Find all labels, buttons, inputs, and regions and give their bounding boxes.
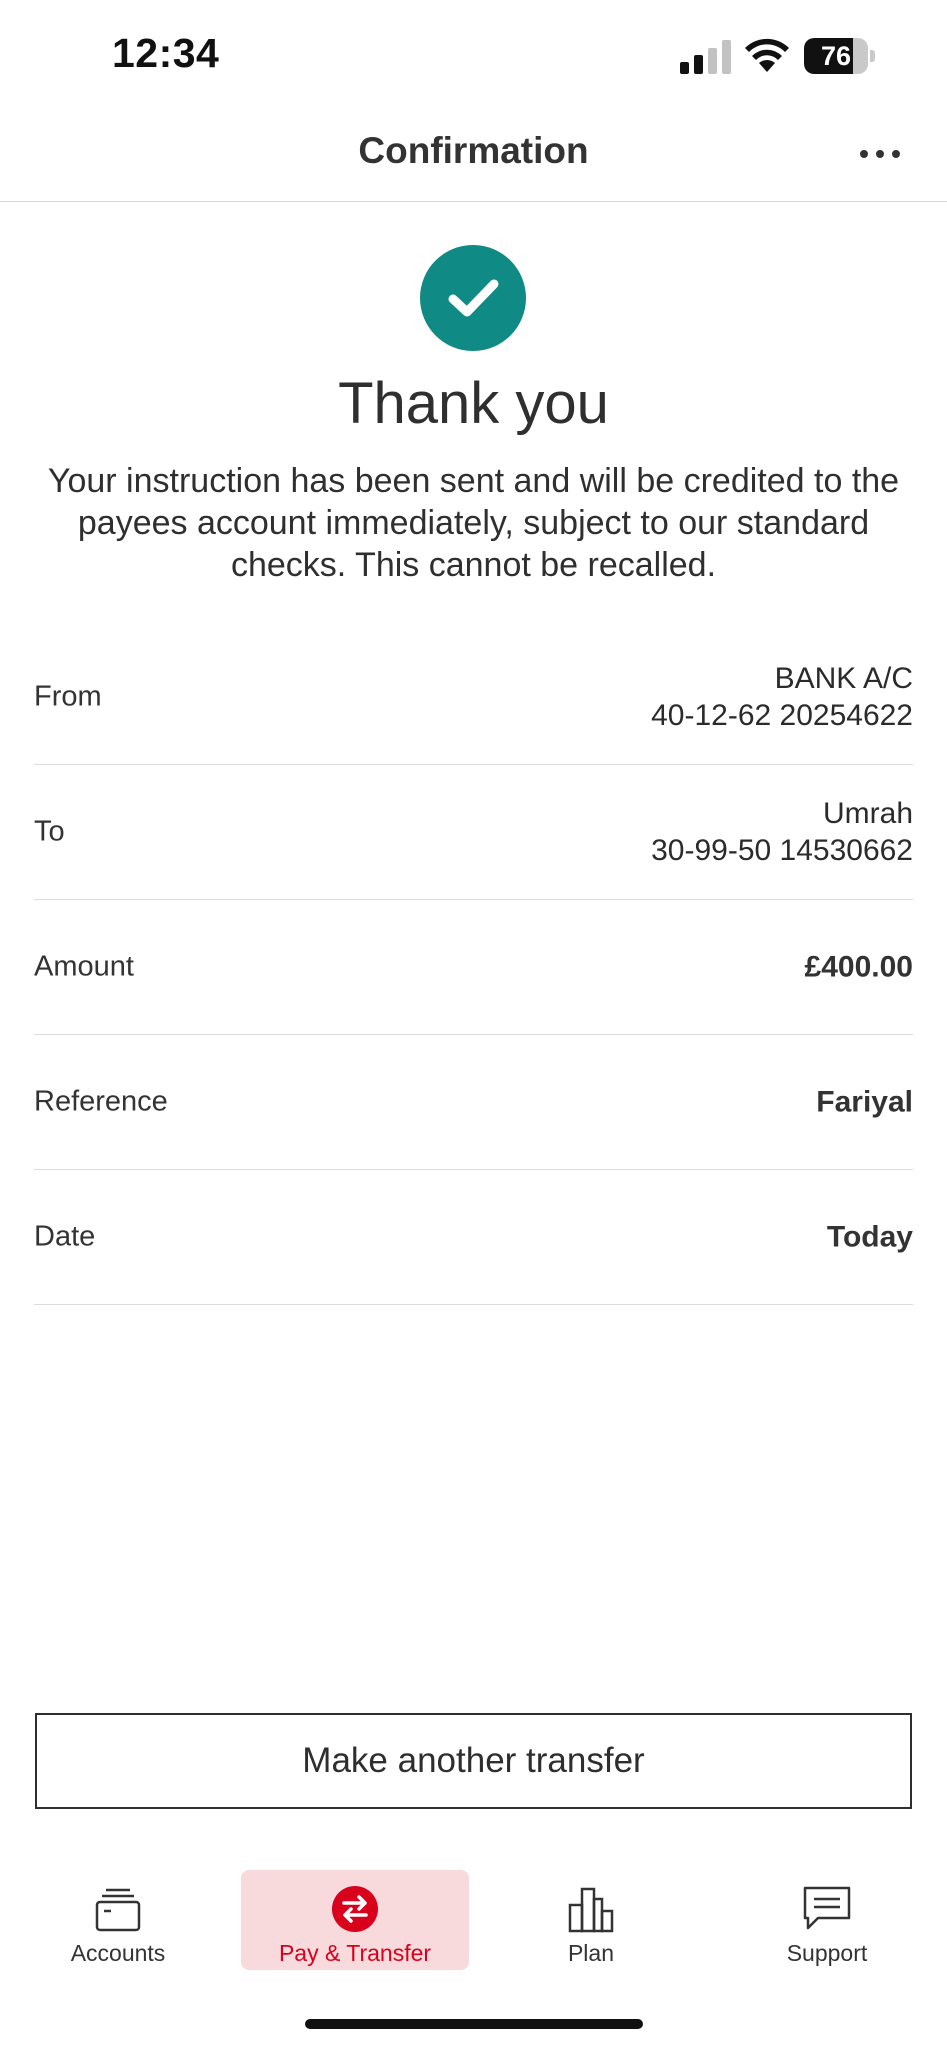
payee-account-number: 30-99-50 14530662 <box>651 834 913 867</box>
thank-you-heading: Thank you <box>338 371 609 436</box>
check-circle-icon <box>420 245 526 351</box>
wifi-icon <box>745 38 789 72</box>
more-options-button[interactable] <box>848 132 912 176</box>
battery-level-text: 76 <box>820 41 852 71</box>
ellipsis-dot <box>892 150 900 158</box>
detail-label: From <box>34 680 102 713</box>
nav-label: Pay & Transfer <box>278 1940 432 1966</box>
bar-chart-icon <box>565 1884 617 1934</box>
from-account-number: 40-12-62 20254622 <box>651 699 913 732</box>
transfer-arrows-icon <box>329 1884 381 1934</box>
from-account-name: BANK A/C <box>774 662 913 695</box>
nav-support[interactable]: Support <box>713 1870 941 1970</box>
bottom-navigation: Accounts Pay & Transfer Plan Support <box>0 1862 947 1972</box>
detail-value: Umrah 30-99-50 14530662 <box>651 795 913 869</box>
detail-row-from: From BANK A/C 40-12-62 20254622 <box>34 630 913 765</box>
detail-row-to: To Umrah 30-99-50 14530662 <box>34 765 913 900</box>
detail-label: Amount <box>34 950 134 983</box>
payee-name: Umrah <box>822 797 913 830</box>
detail-label: To <box>34 815 65 848</box>
confirmation-message: Your instruction has been sent and will … <box>47 462 900 584</box>
nav-label: Accounts <box>70 1940 166 1966</box>
home-indicator[interactable] <box>305 2019 643 2029</box>
cellular-signal-icon <box>680 40 731 74</box>
battery-indicator: 76 <box>804 38 876 74</box>
detail-row-reference: Reference Fariyal <box>34 1035 913 1170</box>
amount-value: £400.00 <box>804 950 913 984</box>
detail-value: BANK A/C 40-12-62 20254622 <box>651 660 913 734</box>
make-another-transfer-button[interactable]: Make another transfer <box>35 1713 912 1809</box>
top-bar: Confirmation <box>0 110 947 202</box>
status-time: 12:34 <box>112 30 220 76</box>
nav-accounts[interactable]: Accounts <box>4 1870 232 1970</box>
date-value: Today <box>826 1220 913 1254</box>
detail-label: Date <box>34 1220 96 1253</box>
ellipsis-icon <box>860 150 868 158</box>
detail-row-date: Date Today <box>34 1170 913 1305</box>
page-title: Confirmation <box>358 130 589 171</box>
transfer-details: From BANK A/C 40-12-62 20254622 To Umrah… <box>34 630 913 1305</box>
nav-pay-transfer[interactable]: Pay & Transfer <box>241 1870 469 1970</box>
status-bar: 12:34 76 <box>0 0 947 110</box>
detail-label: Reference <box>34 1085 168 1118</box>
chat-bubble-icon <box>801 1884 853 1934</box>
ellipsis-dot <box>876 150 884 158</box>
nav-label: Support <box>786 1940 868 1966</box>
wallet-icon <box>92 1884 144 1934</box>
nav-plan[interactable]: Plan <box>477 1870 705 1970</box>
reference-value: Fariyal <box>816 1085 913 1119</box>
nav-label: Plan <box>567 1940 615 1966</box>
detail-row-amount: Amount £400.00 <box>34 900 913 1035</box>
